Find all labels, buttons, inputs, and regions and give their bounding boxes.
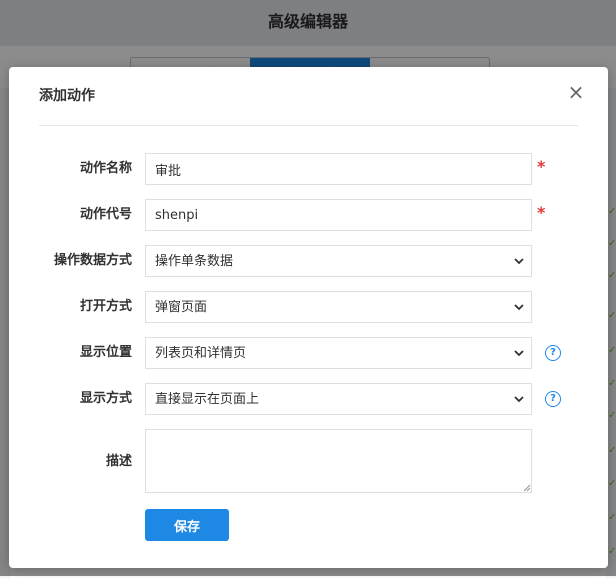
field-row-name: 动作名称 * (9, 153, 608, 185)
field-row-code: 动作代号 * (9, 199, 608, 231)
field-row-open-mode: 打开方式 弹窗页面 (9, 291, 608, 323)
action-name-input[interactable] (145, 153, 532, 185)
action-code-input[interactable] (145, 199, 532, 231)
save-button[interactable]: 保存 (145, 509, 229, 541)
help-icon[interactable]: ? (545, 391, 561, 407)
dialog-title: 添加动作 (39, 88, 95, 104)
field-row-display-mode: 显示方式 直接显示在页面上 ? (9, 383, 608, 415)
open-mode-label: 打开方式 (79, 299, 132, 314)
field-row-display-position: 显示位置 列表页和详情页 ? (9, 337, 608, 369)
name-label: 动作名称 (79, 161, 132, 176)
data-mode-label: 操作数据方式 (53, 253, 132, 268)
required-mark: * (537, 203, 546, 222)
add-action-dialog: 添加动作 × 动作名称 * 动作代号 * 操作数据方式 操作单条数据 打开方式 … (9, 67, 608, 568)
field-row-data-mode: 操作数据方式 操作单条数据 (9, 245, 608, 277)
display-position-label: 显示位置 (79, 345, 132, 360)
display-mode-select[interactable]: 直接显示在页面上 (145, 383, 532, 415)
field-row-description: 描述 (9, 429, 608, 495)
description-textarea[interactable] (145, 429, 532, 493)
display-position-select[interactable]: 列表页和详情页 (145, 337, 532, 369)
help-icon[interactable]: ? (545, 345, 561, 361)
required-mark: * (537, 157, 546, 176)
open-mode-select[interactable]: 弹窗页面 (145, 291, 532, 323)
dialog-divider (39, 125, 578, 126)
description-label: 描述 (105, 454, 132, 469)
code-label: 动作代号 (79, 207, 132, 222)
close-icon[interactable]: × (566, 82, 586, 102)
display-mode-label: 显示方式 (79, 391, 132, 406)
data-mode-select[interactable]: 操作单条数据 (145, 245, 532, 277)
